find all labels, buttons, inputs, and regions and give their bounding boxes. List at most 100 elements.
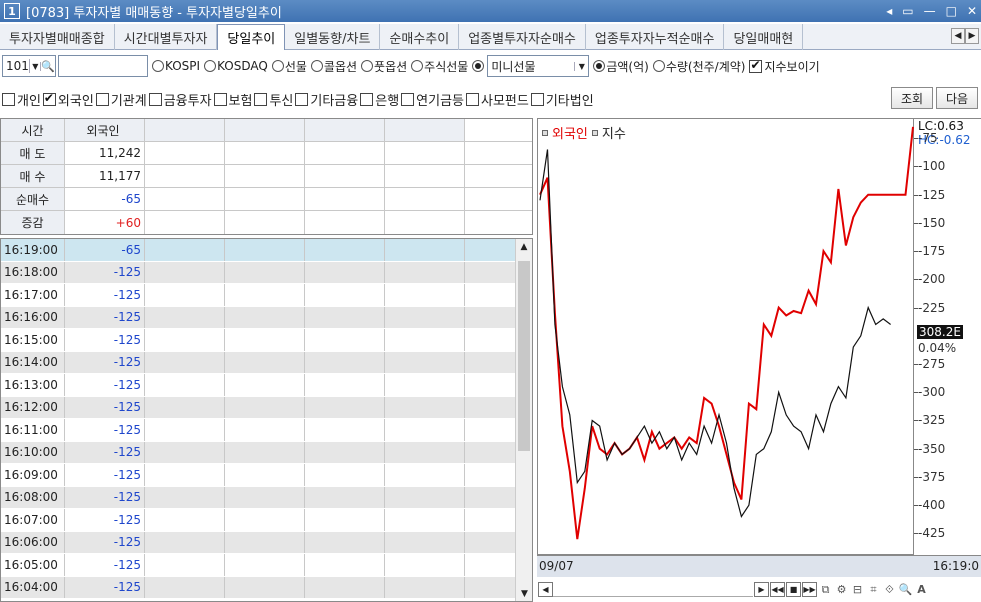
- chart-plot-area[interactable]: 외국인 지수: [537, 118, 914, 555]
- stop-icon[interactable]: ■: [786, 582, 801, 597]
- table-row[interactable]: 16:11:00 -125: [1, 419, 532, 442]
- radio-kospi-label: KOSPI: [165, 59, 201, 73]
- fast-forward-icon[interactable]: ▶▶: [802, 582, 817, 597]
- filter-foreigner[interactable]: 외국인: [42, 90, 94, 109]
- row-time: 16:18:00: [1, 261, 65, 283]
- table-row[interactable]: 16:12:00 -125: [1, 396, 532, 419]
- radio-futures[interactable]: 선물: [271, 58, 307, 75]
- maximize-icon[interactable]: □: [946, 4, 957, 18]
- empty-cell: [385, 576, 465, 598]
- y-tick-label: -375: [918, 469, 946, 484]
- empty-cell: [385, 165, 465, 187]
- table-row[interactable]: 16:19:00 -65: [1, 239, 532, 262]
- empty-cell: [385, 531, 465, 553]
- radio-quantity[interactable]: 수량(천주/계약): [652, 58, 745, 75]
- tab-daily-chart[interactable]: 일별동향/차트: [285, 24, 381, 50]
- tab-left-icon[interactable]: ◀: [951, 28, 965, 44]
- radio-call[interactable]: 콜옵션: [310, 58, 357, 75]
- scroll-thumb[interactable]: [518, 261, 530, 451]
- font-icon[interactable]: A: [914, 582, 929, 597]
- radio-put[interactable]: 풋옵션: [361, 58, 407, 75]
- table-row[interactable]: 16:13:00 -125: [1, 374, 532, 397]
- radio-kospi[interactable]: KOSPI: [152, 59, 200, 73]
- rewind-icon[interactable]: ◀◀: [770, 582, 785, 597]
- tab-investor-summary[interactable]: 투자자별매매종합: [0, 24, 115, 50]
- tab-intraday-trend[interactable]: 당일추이: [217, 24, 286, 50]
- tab-sector-cumulative[interactable]: 업종투자자누적순매수: [586, 24, 725, 50]
- minimize-icon[interactable]: —: [924, 4, 936, 18]
- filter-pension-check: [401, 92, 415, 106]
- y-tick-label: -100: [918, 159, 946, 174]
- filter-pension[interactable]: 연기금등: [401, 90, 464, 109]
- filter-foreigner-check: [42, 91, 56, 106]
- search-icon[interactable]: 🔍: [41, 60, 55, 73]
- radio-stock-futures[interactable]: 주식선물: [411, 58, 468, 75]
- tab-time-investor[interactable]: 시간대별투자자: [115, 24, 218, 50]
- table-row[interactable]: 16:18:00 -125: [1, 261, 532, 284]
- table-row[interactable]: 16:17:00 -125: [1, 284, 532, 307]
- filter-other-finance[interactable]: 기타금융: [295, 90, 358, 109]
- empty-cell: [305, 239, 385, 261]
- empty-cell: [305, 419, 385, 441]
- empty-cell: [145, 261, 225, 283]
- series-line-foreigner: [539, 126, 914, 540]
- radio-kosdaq[interactable]: KOSDAQ: [204, 59, 268, 73]
- zoom-icon[interactable]: 🔍: [898, 582, 913, 597]
- play-icon[interactable]: ▶: [754, 582, 769, 597]
- filter-institution[interactable]: 기관계: [95, 90, 147, 109]
- table-row[interactable]: 16:05:00 -125: [1, 554, 532, 577]
- filter-investment-trust[interactable]: 투신: [254, 90, 293, 109]
- prev-window-icon[interactable]: ◂: [886, 4, 892, 18]
- table-row[interactable]: 16:04:00 -125: [1, 576, 532, 599]
- settings-icon[interactable]: ⚙: [834, 582, 849, 597]
- vertical-scrollbar[interactable]: ▲ ▼: [515, 239, 532, 601]
- filter-individual[interactable]: 개인: [2, 90, 41, 109]
- window-number-badge[interactable]: 1: [4, 3, 20, 19]
- summary-label: 매 도: [1, 142, 65, 164]
- tab-right-icon[interactable]: ▶: [965, 28, 979, 44]
- table-row[interactable]: 16:06:00 -125: [1, 531, 532, 554]
- summary-value: 11,177: [65, 165, 145, 187]
- x-end-label: 16:19:0: [932, 559, 979, 573]
- layout-icon[interactable]: ⊟: [850, 582, 865, 597]
- name-field[interactable]: [58, 55, 148, 77]
- tab-sector-net-buy[interactable]: 업종별투자자순매수: [459, 24, 586, 50]
- table-row[interactable]: 16:07:00 -125: [1, 509, 532, 532]
- next-button[interactable]: 다음: [936, 87, 978, 109]
- empty-cell: [145, 119, 225, 141]
- screen-icon[interactable]: ▭: [902, 4, 913, 18]
- grid-icon[interactable]: ⌗: [866, 582, 881, 597]
- table-row[interactable]: 16:15:00 -125: [1, 329, 532, 352]
- scroll-up-icon[interactable]: ▲: [516, 239, 532, 256]
- row-time: 16:07:00: [1, 509, 65, 531]
- table-row[interactable]: 16:16:00 -125: [1, 306, 532, 329]
- table-row[interactable]: 16:10:00 -125: [1, 441, 532, 464]
- chevron-down-icon[interactable]: ▼: [574, 61, 588, 71]
- filter-individual-label: 개인: [17, 93, 41, 109]
- filter-other-corp[interactable]: 기타법인: [530, 90, 594, 109]
- filter-private-fund[interactable]: 사모펀드: [466, 90, 529, 109]
- crosshair-icon[interactable]: ⟐: [882, 582, 897, 597]
- scroll-left-icon[interactable]: ◀: [538, 582, 553, 597]
- show-index-checkbox[interactable]: 지수보이기: [749, 58, 820, 75]
- code-selector[interactable]: 101 ▼ 🔍: [2, 55, 56, 77]
- radio-product[interactable]: [472, 60, 485, 72]
- radio-amount[interactable]: 금액(억): [593, 58, 649, 75]
- tab-intraday-trading[interactable]: 당일매매현: [724, 24, 804, 50]
- filter-insurance[interactable]: 보험: [213, 90, 252, 109]
- filter-bank[interactable]: 은행: [360, 90, 399, 109]
- filter-financial-investment[interactable]: 금융투자: [148, 90, 212, 109]
- chevron-down-icon[interactable]: ▼: [30, 61, 42, 71]
- query-button[interactable]: 조회: [891, 87, 933, 109]
- product-select[interactable]: 미니선물 ▼: [487, 55, 590, 77]
- table-row[interactable]: 16:09:00 -125: [1, 464, 532, 487]
- close-icon[interactable]: ✕: [967, 4, 977, 18]
- copy-icon[interactable]: ⧉: [818, 582, 833, 597]
- empty-cell: [225, 419, 305, 441]
- chart-scroll-track[interactable]: [553, 582, 753, 597]
- table-row[interactable]: 16:08:00 -125: [1, 486, 532, 509]
- tab-net-buy-trend[interactable]: 순매수추이: [380, 24, 460, 50]
- row-time: 16:04:00: [1, 576, 65, 598]
- table-row[interactable]: 16:14:00 -125: [1, 351, 532, 374]
- scroll-down-icon[interactable]: ▼: [516, 586, 532, 601]
